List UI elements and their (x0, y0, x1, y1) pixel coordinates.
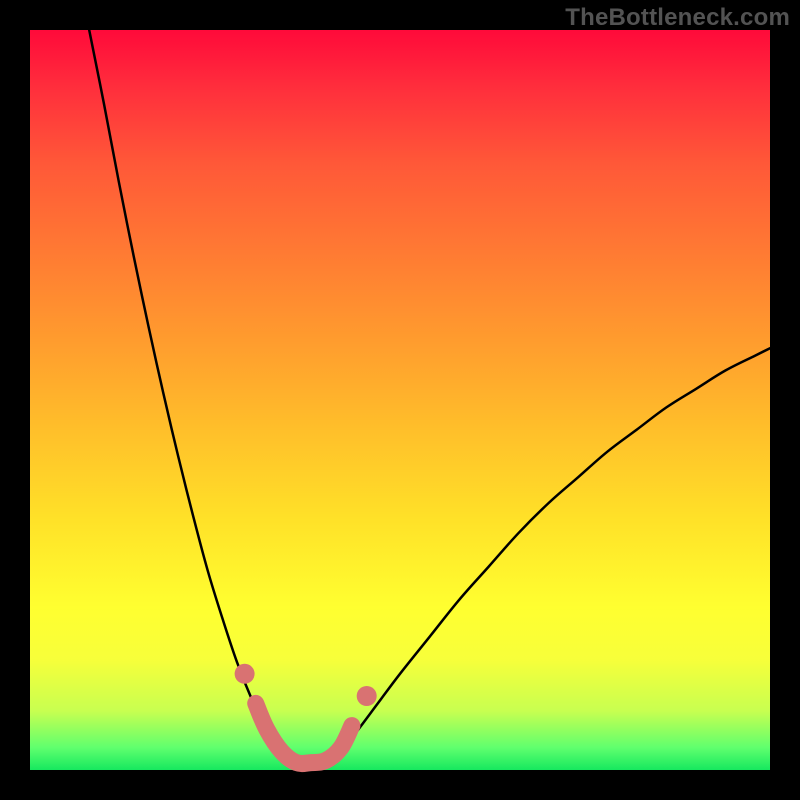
marker-dot-right (357, 686, 377, 706)
highlighted-bottom-segment (256, 703, 352, 763)
marker-dot-left (235, 664, 255, 684)
chart-frame: TheBottleneck.com (0, 0, 800, 800)
marker-layer (30, 30, 770, 770)
watermark: TheBottleneck.com (565, 4, 790, 32)
